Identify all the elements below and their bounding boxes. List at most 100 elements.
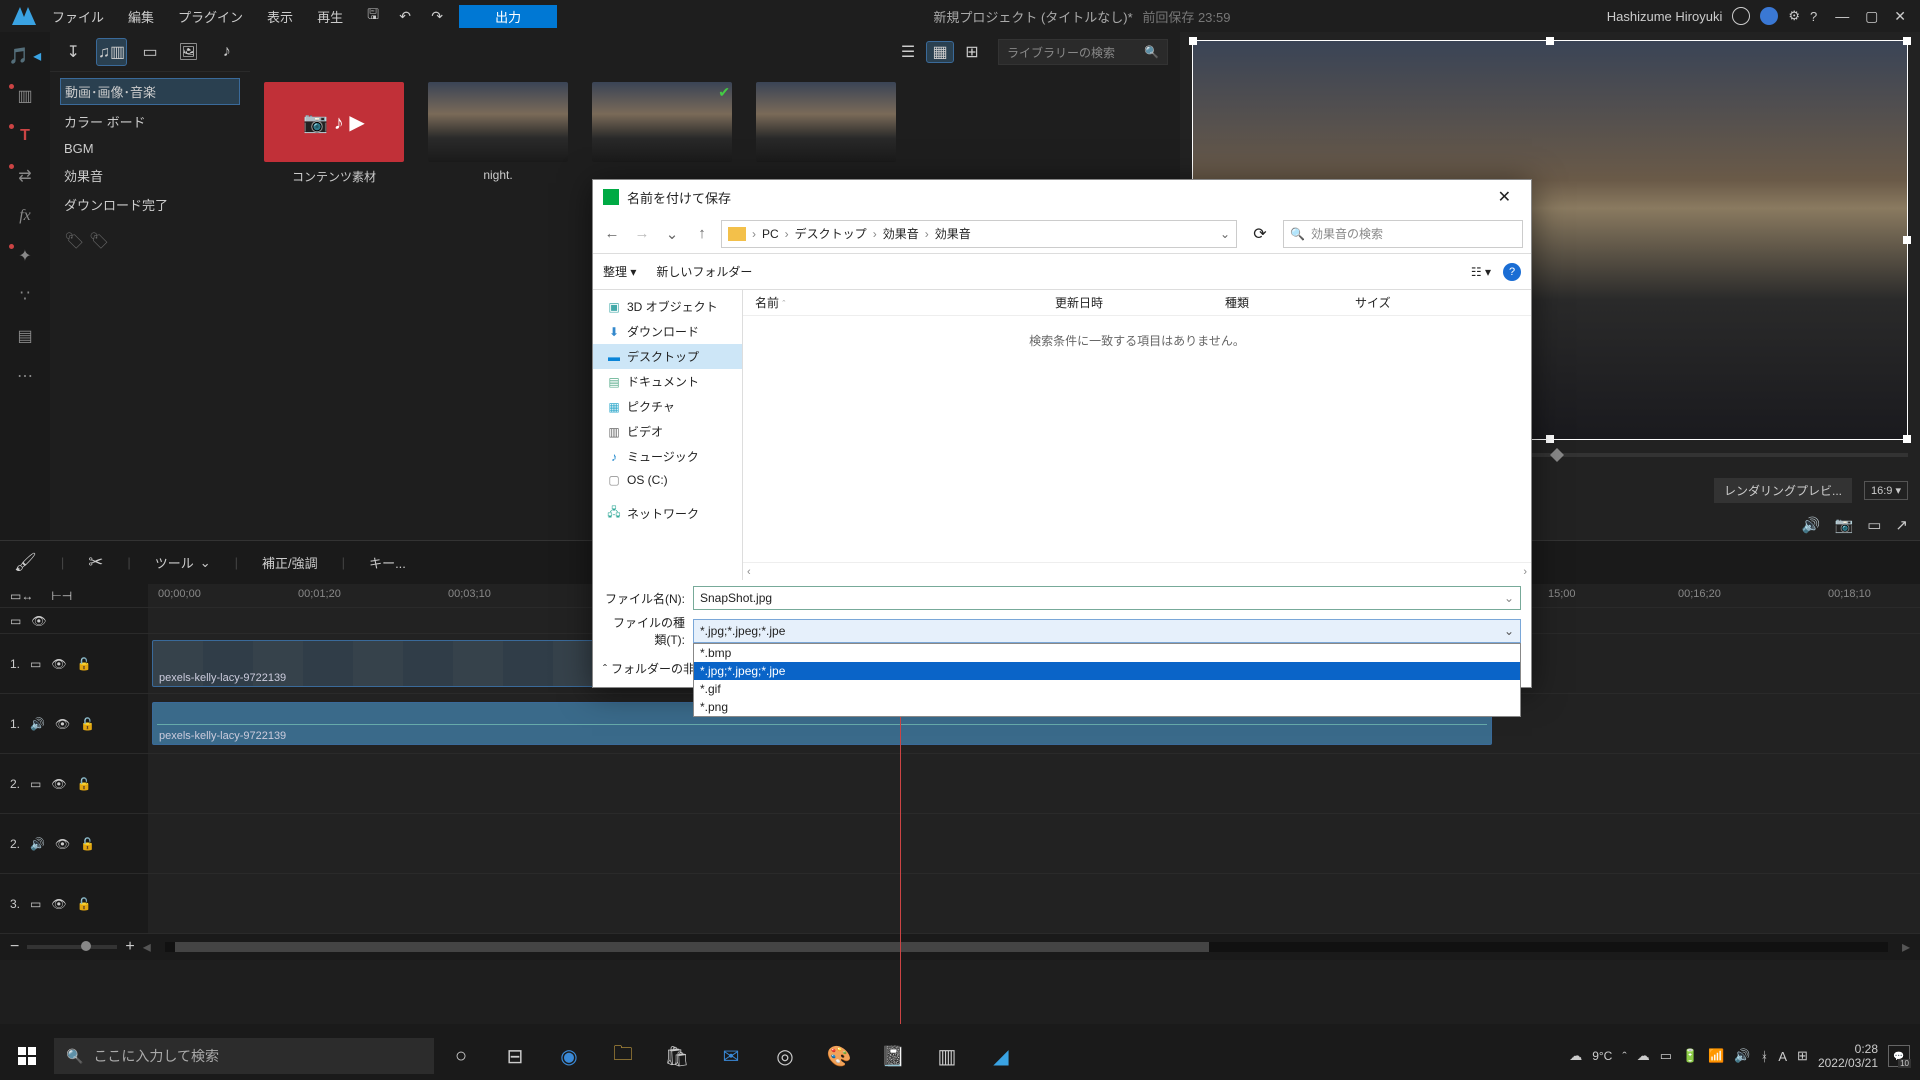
transition-room-icon[interactable]: ⇄ (7, 160, 43, 192)
video-track-3[interactable] (148, 874, 1920, 933)
video-track-2[interactable] (148, 754, 1920, 813)
import-icon[interactable]: ↧ (58, 38, 88, 66)
effect-room-icon[interactable]: ▥ (7, 80, 43, 112)
organize-dropdown[interactable]: 整理 ▾ (603, 263, 636, 280)
fx-room-icon[interactable]: fx (7, 200, 43, 232)
eye-icon[interactable]: 👁 (31, 614, 46, 628)
lock-icon[interactable]: 🔓 (80, 717, 95, 731)
new-folder-button[interactable]: 新しいフォルダー (656, 263, 752, 280)
taskbar-clock[interactable]: 0:28 2022/03/21 (1818, 1042, 1878, 1071)
list-view-icon[interactable]: ☰ (894, 41, 922, 63)
menu-plugin[interactable]: プラグイン (166, 3, 255, 30)
zoom-in-icon[interactable]: + (125, 938, 134, 956)
volume-icon[interactable]: 🔊 (1802, 516, 1821, 534)
up-icon[interactable]: ↑ (691, 225, 713, 242)
task-view-icon[interactable]: ⊟ (488, 1032, 542, 1080)
refresh-icon[interactable]: ⟳ (1245, 224, 1275, 244)
audio-tab-icon[interactable]: ♪ (212, 38, 242, 66)
gear-icon[interactable]: ⚙ (1788, 8, 1800, 24)
keyframe-button[interactable]: キー... (369, 553, 406, 572)
category-media[interactable]: 動画･画像･音楽 (60, 78, 240, 105)
fit-icon[interactable]: ▭↔ (10, 589, 33, 603)
filetype-combobox[interactable]: *.jpg;*.jpeg;*.jpe ⌄ *.bmp *.jpg;*.jpeg;… (693, 619, 1521, 643)
window-controls[interactable]: — ▢ ✕ (1835, 8, 1912, 25)
close-icon[interactable]: ✕ (1488, 187, 1521, 207)
view-mode-icon[interactable]: ☷ ▾ (1471, 265, 1491, 279)
wifi-icon[interactable]: 📶 (1708, 1048, 1724, 1064)
explorer-icon[interactable]: 🗀 (596, 1032, 650, 1080)
render-preview-button[interactable]: レンダリングプレビ... (1714, 478, 1852, 503)
adjust-button[interactable]: 補正/強調 (262, 553, 318, 572)
eye-icon[interactable]: 👁 (55, 717, 70, 731)
col-size[interactable]: サイズ (1355, 294, 1445, 311)
image-tab-icon[interactable]: 🖼 (173, 38, 203, 66)
col-date[interactable]: 更新日時 (1055, 294, 1225, 311)
export-button[interactable]: 出力 (459, 5, 557, 28)
user-avatar-icon[interactable] (1732, 7, 1750, 25)
lock-icon[interactable]: 🔓 (77, 657, 92, 671)
library-item[interactable] (756, 82, 896, 162)
taskbar-search-input[interactable]: 🔍 ここに入力して検索 (54, 1038, 434, 1074)
volume-icon[interactable]: 🔊 (1734, 1048, 1750, 1064)
tree-network[interactable]: 🖧ネットワーク (593, 499, 742, 528)
subtitle-room-icon[interactable]: ▤ (7, 320, 43, 352)
folder-search-input[interactable]: 🔍 効果音の検索 (1283, 220, 1523, 248)
media-tab-icon[interactable]: ♫▥ (96, 38, 126, 66)
video-tab-icon[interactable]: ▭ (135, 38, 165, 66)
zoom-out-icon[interactable]: − (10, 938, 19, 956)
breadcrumb[interactable]: ›PC ›デスクトップ ›効果音 ›効果音 ⌄ (721, 220, 1237, 248)
snapshot-icon[interactable]: 📷 (1835, 516, 1854, 534)
grid-view-icon[interactable]: ▦ (926, 41, 954, 63)
overlay-room-icon[interactable]: ✦ (7, 240, 43, 272)
bluetooth-icon[interactable]: ᚼ (1761, 1049, 1769, 1064)
notification-icon[interactable] (1760, 7, 1778, 25)
library-item[interactable]: 📷 ♪ ▶ コンテンツ素材 (264, 82, 404, 185)
library-search-input[interactable]: ライブラリーの検索🔍 (998, 39, 1168, 65)
notepad-icon[interactable]: 📓 (866, 1032, 920, 1080)
library-item[interactable]: ✔ (592, 82, 732, 162)
mail-icon[interactable]: ✉ (704, 1032, 758, 1080)
weather-icon[interactable]: ☁ (1569, 1048, 1582, 1064)
tree-desktop[interactable]: ▬デスクトップ (593, 344, 742, 369)
media-room-icon[interactable]: 🎵 ◂ (7, 40, 43, 72)
start-button[interactable] (0, 1032, 54, 1080)
filename-input[interactable]: SnapShot.jpg⌄ (693, 586, 1521, 610)
details-view-icon[interactable]: ⊞ (958, 41, 986, 63)
meet-now-icon[interactable]: ▭ (1660, 1048, 1672, 1064)
zoom-slider[interactable] (27, 945, 117, 949)
category-colorboard[interactable]: カラー ボード (50, 107, 250, 136)
tray-expand-icon[interactable]: ˆ (1622, 1049, 1626, 1064)
library-item[interactable]: night. (428, 82, 568, 182)
paint-icon[interactable]: 🎨 (812, 1032, 866, 1080)
menu-edit[interactable]: 編集 (116, 3, 166, 30)
filetype-option-jpg[interactable]: *.jpg;*.jpeg;*.jpe (694, 662, 1520, 680)
display-icon[interactable]: ▭ (1867, 516, 1881, 534)
category-downloads[interactable]: ダウンロード完了 (50, 190, 250, 219)
filetype-option-bmp[interactable]: *.bmp (694, 644, 1520, 662)
menu-view[interactable]: 表示 (255, 3, 305, 30)
tool-dropdown[interactable]: ツール ⌄ (155, 553, 211, 572)
filetype-option-png[interactable]: *.png (694, 698, 1520, 716)
popout-icon[interactable]: ↗ (1895, 516, 1908, 534)
brush-icon[interactable]: 🖌 (14, 552, 37, 573)
input-mode-icon[interactable]: ⊞ (1797, 1048, 1808, 1064)
monitor-icon[interactable]: ▭ (10, 614, 21, 628)
onedrive-icon[interactable]: ☁ (1637, 1048, 1650, 1064)
particle-room-icon[interactable]: ∵ (7, 280, 43, 312)
app-stack-icon[interactable]: ▥ (920, 1032, 974, 1080)
powerdirector-icon[interactable]: ◢ (974, 1032, 1028, 1080)
battery-icon[interactable]: 🔋 (1682, 1048, 1698, 1064)
tree-music[interactable]: ♪ミュージック (593, 444, 742, 469)
aspect-ratio-badge[interactable]: 16:9 ▾ (1864, 481, 1908, 500)
audio-track-2[interactable] (148, 814, 1920, 873)
category-bgm[interactable]: BGM (50, 136, 250, 161)
range-icon[interactable]: ⊢⊣ (51, 589, 72, 603)
eye-icon[interactable]: 👁 (51, 657, 66, 671)
col-name[interactable]: 名前 ˆ (755, 294, 1055, 311)
tree-3d-objects[interactable]: ▣3D オブジェクト (593, 294, 742, 319)
store-icon[interactable]: 🛍 (650, 1032, 704, 1080)
save-icon[interactable]: 🖫 (363, 6, 383, 26)
more-rooms-icon[interactable]: ⋯ (7, 360, 43, 392)
action-center-icon[interactable]: 💬10 (1888, 1045, 1910, 1067)
filetype-option-gif[interactable]: *.gif (694, 680, 1520, 698)
